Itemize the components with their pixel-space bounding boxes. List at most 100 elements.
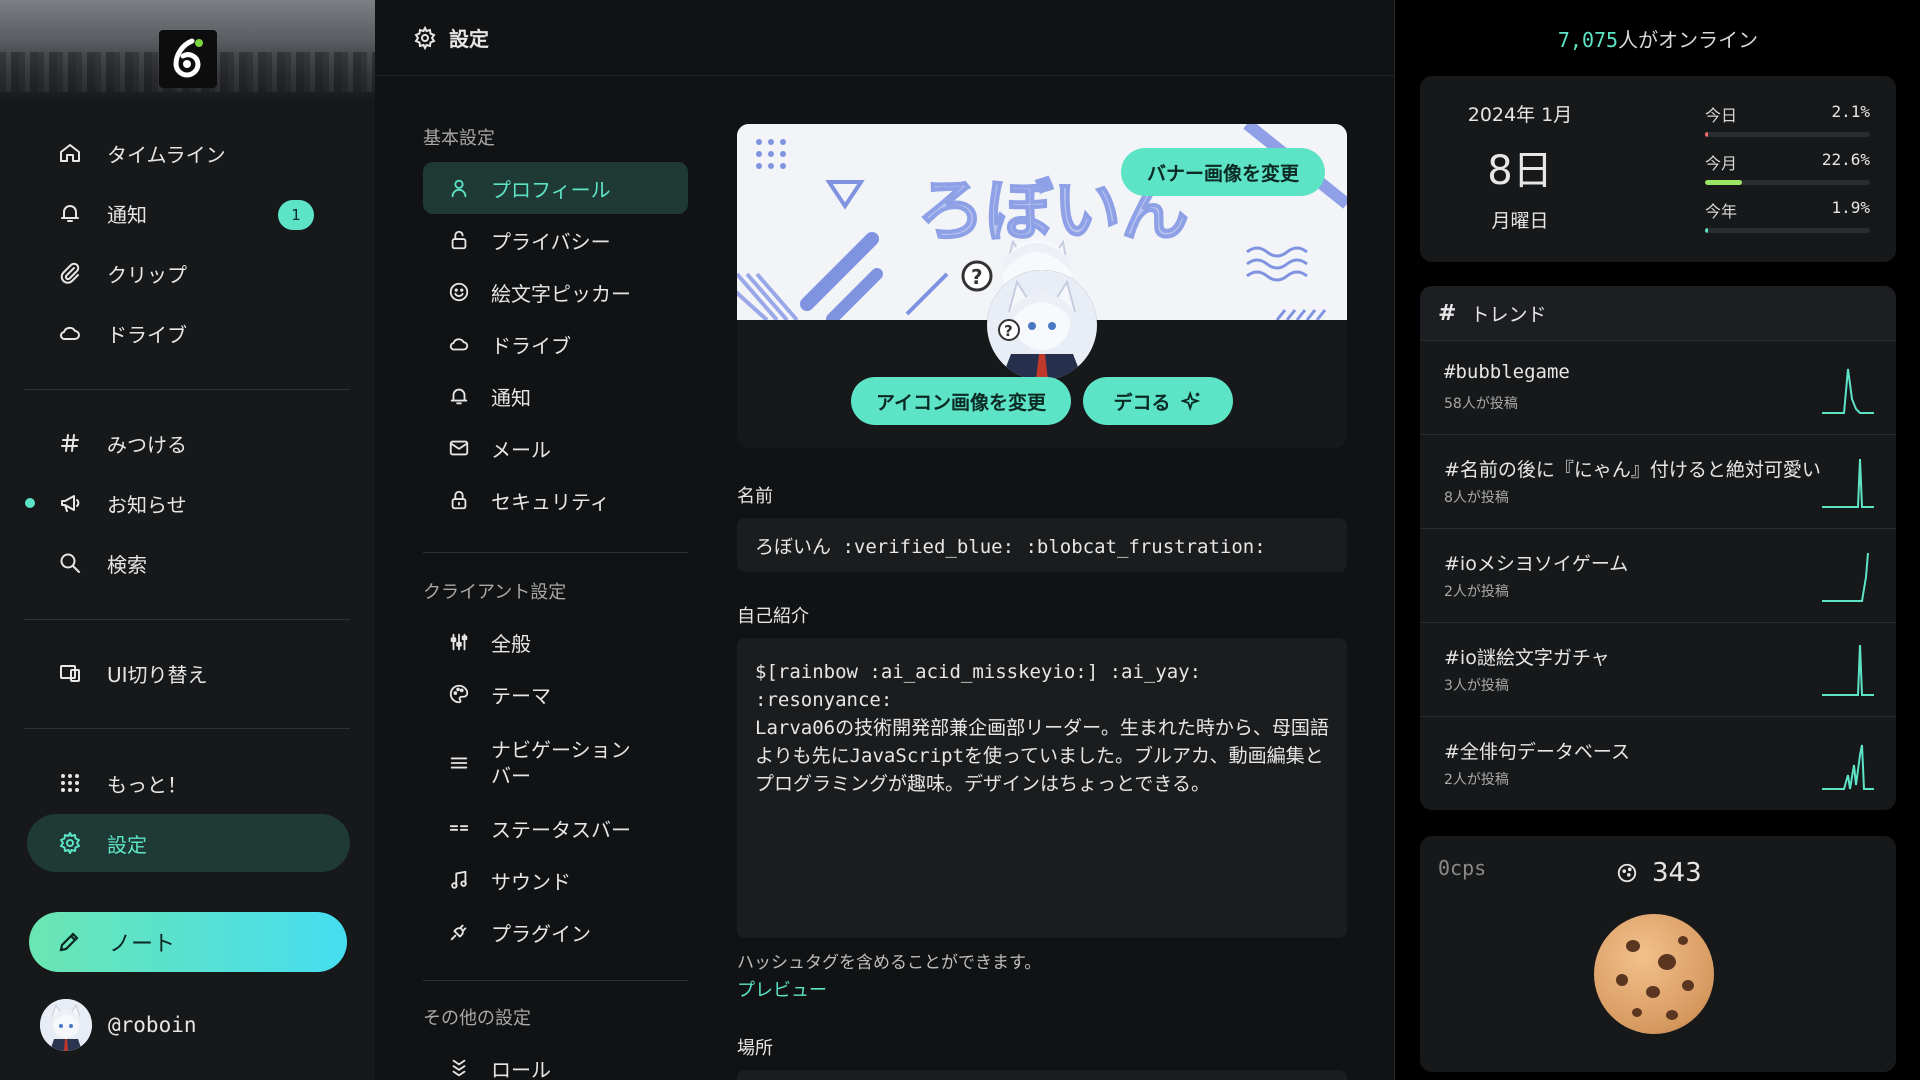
trend-sparkline <box>1822 744 1874 790</box>
trends-header: # トレンド <box>1420 286 1896 340</box>
trend-tag: #io謎絵文字ガチャ <box>1444 647 1610 669</box>
pencil-icon <box>59 932 79 952</box>
stat-progress-fill <box>1705 180 1743 185</box>
nav-item-settings[interactable]: 設定 <box>27 814 350 872</box>
notification-count-badge: 1 <box>278 200 314 230</box>
name-label: 名前 <box>737 486 773 507</box>
stat-value: 1.9% <box>1831 198 1870 217</box>
trend-item[interactable]: #名前の後に『にゃん』付けると絶対可愛い 8人が投稿 <box>1420 434 1896 528</box>
menu-item-emoji-picker[interactable]: 絵文字ピッカー <box>423 266 688 318</box>
menu-section-other: その他の設定 <box>423 1008 531 1029</box>
menu-item-statusbar[interactable]: ステータスバー <box>423 802 688 854</box>
nav-item-search[interactable]: 検索 <box>27 534 350 592</box>
nav-item-explore[interactable]: みつける <box>27 414 350 472</box>
online-users-widget: 7,075人がオンライン <box>1396 24 1920 53</box>
page-header: 設定 <box>375 0 1395 76</box>
menu-item-sound[interactable]: サウンド <box>423 854 688 906</box>
cookie-button[interactable] <box>1594 914 1714 1034</box>
change-avatar-button[interactable]: アイコン画像を変更 <box>851 377 1071 425</box>
trend-item[interactable]: #bubblegame 58人が投稿 <box>1420 340 1896 434</box>
trend-count: 8人が投稿 <box>1444 490 1509 506</box>
nav-item-label: 設定 <box>107 832 147 857</box>
misskey-logo-icon <box>173 38 203 78</box>
gear-icon <box>57 830 83 856</box>
navigation-sidebar: タイムライン 通知 1 クリップ ドライブ みつける お知らせ 検索 UI切り替… <box>0 0 375 1080</box>
nav-item-more[interactable]: もっと！ <box>27 754 350 812</box>
search-icon <box>57 550 83 576</box>
menu-item-navbar[interactable]: ナビゲーション バー <box>423 732 688 794</box>
nav-item-drive[interactable]: ドライブ <box>27 304 350 362</box>
menu-item-label: 全般 <box>491 631 531 656</box>
menu-item-general[interactable]: 全般 <box>423 616 688 668</box>
cookies-per-second: 0cps <box>1438 856 1487 880</box>
gear-icon <box>414 25 436 50</box>
trend-item[interactable]: #全俳句データベース 2人が投稿 <box>1420 716 1896 810</box>
nav-item-label: ドライブ <box>107 322 187 347</box>
menu-item-theme[interactable]: テーマ <box>423 668 688 720</box>
trend-count: 2人が投稿 <box>1444 772 1509 788</box>
lock-icon <box>447 488 471 512</box>
cookie-count-value: 343 <box>1652 858 1702 888</box>
stat-label: 今年 <box>1705 202 1738 221</box>
menu-section-basic: 基本設定 <box>423 128 495 149</box>
instance-logo[interactable] <box>159 30 217 88</box>
music-note-icon <box>447 868 471 892</box>
menu-item-label: セキュリティ <box>491 489 610 514</box>
menu-item-profile[interactable]: プロフィール <box>423 162 688 214</box>
trend-item[interactable]: #ioメシヨソイゲーム 2人が投稿 <box>1420 528 1896 622</box>
account-menu[interactable]: @roboin <box>40 995 197 1055</box>
menu-item-label: メール <box>491 437 551 462</box>
nav-item-timeline[interactable]: タイムライン <box>27 124 350 182</box>
menu-item-label: ステータスバー <box>491 817 631 842</box>
menu-item-email[interactable]: メール <box>423 422 688 474</box>
unread-dot <box>25 498 35 508</box>
menu-item-privacy[interactable]: プライバシー <box>423 214 688 266</box>
calendar-weekday: 月曜日 <box>1491 210 1549 232</box>
nav-item-label: お知らせ <box>107 492 187 517</box>
nav-item-notifications[interactable]: 通知 1 <box>27 184 350 242</box>
trend-sparkline <box>1822 644 1874 696</box>
post-note-button[interactable]: ノート <box>29 912 347 972</box>
account-handle: @roboin <box>108 1013 197 1037</box>
nav-item-label: みつける <box>107 432 187 457</box>
stat-value: 22.6% <box>1821 150 1870 169</box>
menu-item-drive[interactable]: ドライブ <box>423 318 688 370</box>
nav-item-announcements[interactable]: お知らせ <box>25 474 350 532</box>
stat-progress-bar <box>1705 132 1870 137</box>
cookie-small-icon <box>1617 863 1637 883</box>
menu-item-label: プラグイン <box>491 921 591 946</box>
menu-item-security[interactable]: セキュリティ <box>423 474 688 526</box>
menu-lines-icon <box>447 751 471 775</box>
trend-tag: #ioメシヨソイゲーム <box>1444 553 1629 575</box>
post-note-label: ノート <box>109 931 176 956</box>
trend-count: 3人が投稿 <box>1444 678 1509 694</box>
profile-header-card: ろぼいん ? ? バナー画像を変更 アイコン画像を変更 デコる <box>737 124 1347 448</box>
menu-item-plugins[interactable]: プラグイン <box>423 906 688 958</box>
trend-tag: #bubblegame <box>1444 361 1570 383</box>
nav-item-switch-ui[interactable]: UI切り替え <box>27 644 350 702</box>
trend-item[interactable]: #io謎絵文字ガチャ 3人が投稿 <box>1420 622 1896 716</box>
bio-hint: ハッシュタグを含めることができます。 <box>737 953 1042 973</box>
name-input[interactable]: ろぼいん :verified_blue: :blobcat_frustratio… <box>737 518 1347 572</box>
menu-item-roles[interactable]: ロール <box>423 1042 688 1080</box>
avatar-decoration-button[interactable]: デコる <box>1083 377 1233 425</box>
bio-textarea[interactable]: $[rainbow :ai_acid_misskeyio:] :ai_yay: … <box>737 638 1347 938</box>
palette-icon <box>447 682 471 706</box>
nav-item-label: タイムライン <box>107 142 226 167</box>
page-title: 設定 <box>449 27 489 51</box>
menu-item-notifications[interactable]: 通知 <box>423 370 688 422</box>
preview-link[interactable]: プレビュー <box>737 976 827 1002</box>
cookie-clicker-widget: 0cps 343 <box>1420 836 1896 1072</box>
megaphone-icon <box>57 490 83 516</box>
nav-item-clips[interactable]: クリップ <box>27 244 350 302</box>
svg-text:?: ? <box>1004 322 1013 340</box>
grid-dots-icon <box>57 770 83 796</box>
change-banner-button[interactable]: バナー画像を変更 <box>1121 148 1325 196</box>
settings-page: 設定 基本設定 プロフィール プライバシー 絵文字ピッカー ドライブ 通知 メー… <box>375 0 1395 1080</box>
nav-item-label: UI切り替え <box>107 662 208 687</box>
trends-widget: # トレンド #bubblegame 58人が投稿 #名前の後に『にゃん』付ける… <box>1420 286 1896 810</box>
hash-icon: # <box>1438 300 1457 326</box>
trend-sparkline <box>1822 552 1869 602</box>
nav-divider <box>24 389 350 390</box>
location-input[interactable] <box>737 1070 1347 1080</box>
